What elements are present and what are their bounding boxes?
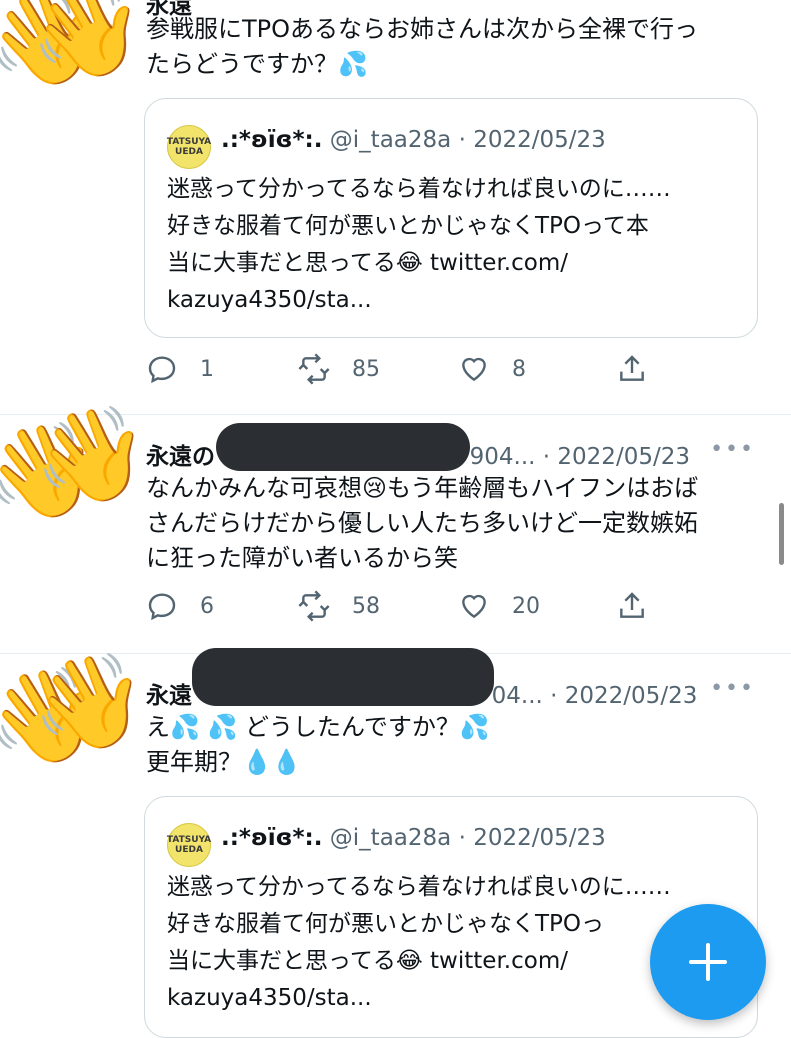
scrollbar[interactable] xyxy=(779,503,784,565)
waving-hands-emoji: 👋 xyxy=(32,648,147,755)
tweet-actions: 1 85 8 xyxy=(146,353,666,393)
tweet-text: 参戦服にTPOあるならお姉さんは次から全裸で行っ たらどうですか？💦 xyxy=(146,15,699,78)
compose-tweet-button[interactable] xyxy=(650,904,766,1020)
quoted-avatar[interactable]: TATSUYA UEDA xyxy=(167,823,211,867)
share-icon xyxy=(620,592,644,618)
waving-hands-emoji: 👋 xyxy=(34,401,149,508)
like-icon xyxy=(462,594,486,619)
quoted-tweet[interactable]: TATSUYA UEDA .:*ʚïɞ*:. @i_taa28a · 2022/… xyxy=(144,98,758,338)
reply-button[interactable]: 6 xyxy=(146,590,214,622)
more-options-button[interactable]: ••• xyxy=(710,437,755,462)
tweet-2[interactable]: 👋 👋 永遠の 904... · 2022/05/23 ••• なんかみんな可哀… xyxy=(0,409,791,653)
like-button[interactable]: 8 xyxy=(458,353,526,385)
avatar-overlay: 👋 👋 xyxy=(0,654,147,784)
like-button[interactable]: 20 xyxy=(458,590,540,622)
tweet-text: え💦 💦 どうしたんですか？💦 更年期？💧💧 xyxy=(146,713,490,776)
reply-icon xyxy=(148,356,176,384)
share-button[interactable] xyxy=(616,353,648,385)
waving-hands-emoji: 👋 xyxy=(30,0,145,83)
avatar-overlay: 👋 👋 xyxy=(0,409,149,543)
quoted-text: 迷惑って分かってるなら着なければ良いのに…… 好きな服着て何が悪いとかじゃなくT… xyxy=(167,874,671,1011)
redaction-bar xyxy=(192,648,494,706)
quoted-avatar[interactable]: TATSUYA UEDA xyxy=(167,125,211,169)
like-icon xyxy=(462,357,486,382)
avatar-overlay: 👋 👋 xyxy=(0,0,145,120)
share-button[interactable] xyxy=(616,590,648,622)
tweet-actions: 6 58 20 xyxy=(146,590,666,630)
retweet-icon xyxy=(298,590,330,622)
retweet-icon xyxy=(298,353,330,385)
retweet-button[interactable]: 58 xyxy=(298,590,380,622)
retweet-button[interactable]: 85 xyxy=(298,353,380,385)
reply-icon xyxy=(148,593,176,621)
share-icon xyxy=(620,355,644,381)
tweet-1[interactable]: 👋 👋 永遠 参戦服にTPOあるならお姉さんは次から全裸で行っ たらどうですか？… xyxy=(0,0,791,412)
redaction-bar xyxy=(216,423,470,471)
reply-button[interactable]: 1 xyxy=(146,353,214,385)
quoted-header: .:*ʚïɞ*:. @i_taa28a · 2022/05/23 xyxy=(221,825,606,851)
quoted-text: 迷惑って分かってるなら着なければ良いのに…… 好きな服着て何が悪いとかじゃなくT… xyxy=(167,176,671,313)
quoted-header: .:*ʚïɞ*:. @i_taa28a · 2022/05/23 xyxy=(221,127,606,153)
plus-icon xyxy=(689,943,727,981)
more-options-button[interactable]: ••• xyxy=(710,676,755,701)
tweet-text: なんかみんな可哀想😢もう年齢層もハイフンはおば さんだらけだから優しい人たち多い… xyxy=(146,474,699,572)
